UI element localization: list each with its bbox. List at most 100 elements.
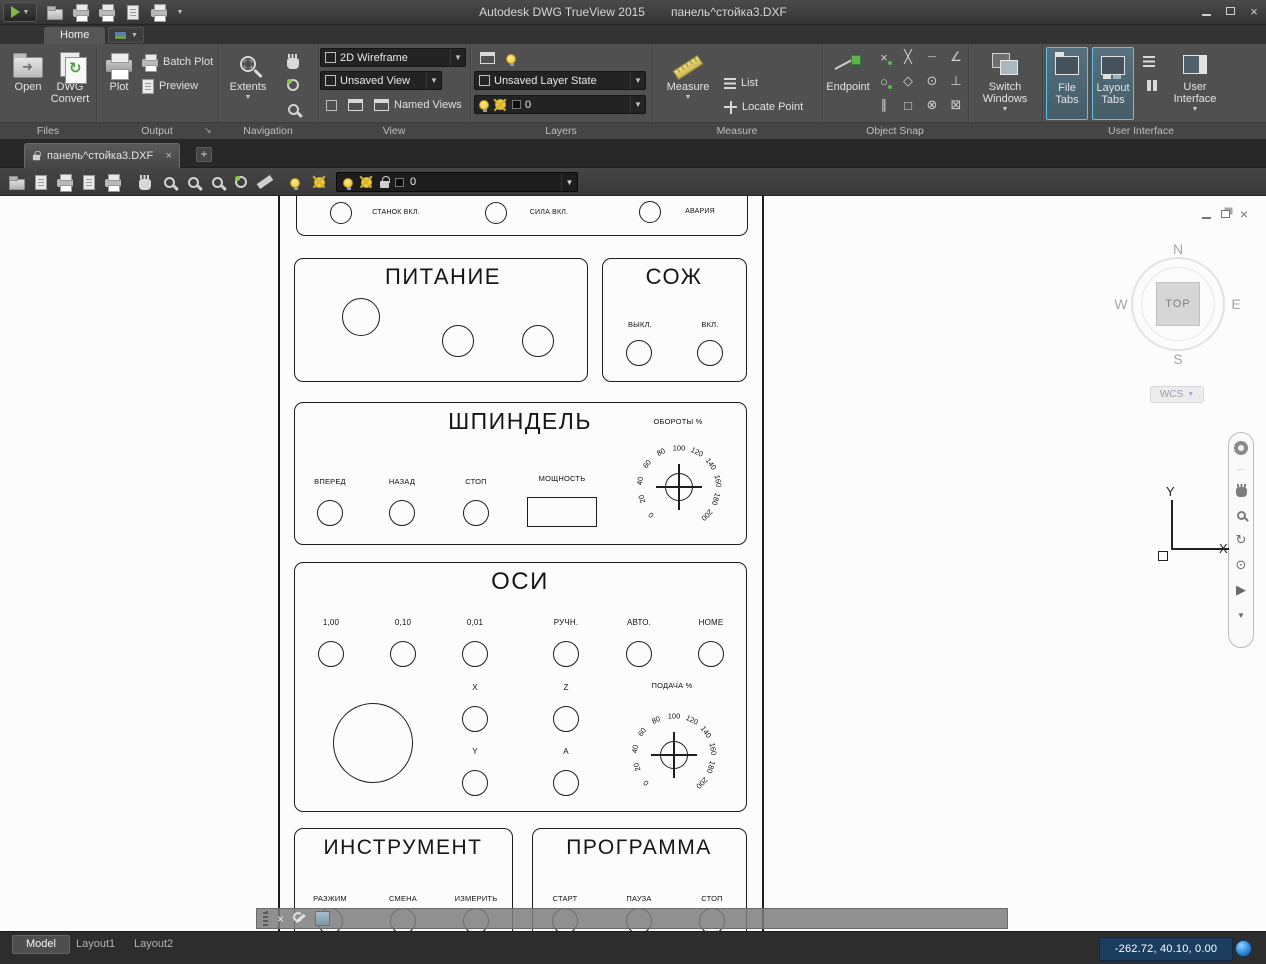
ucs-origin-square — [1158, 551, 1168, 561]
dwg-convert-button[interactable]: DWG Convert — [48, 47, 92, 120]
tb-preview-button[interactable] — [78, 171, 100, 193]
tb-zoom-realtime-button[interactable] — [158, 171, 180, 193]
plot-button[interactable]: Plot — [100, 47, 138, 120]
tangent-snap-icon[interactable]: ⊙ — [922, 71, 942, 91]
zoom-icon[interactable] — [1233, 507, 1249, 523]
perpendicular-snap-icon[interactable]: ⊥ — [946, 71, 966, 91]
qat-preview-button[interactable] — [122, 3, 144, 23]
application-menu-button[interactable]: ▼ — [3, 2, 37, 22]
user-interface-button[interactable]: User Interface ▼ — [1168, 47, 1222, 120]
viewcube-north[interactable]: N — [1173, 241, 1183, 257]
output-dialog-launcher-icon[interactable]: ↘ — [204, 125, 212, 136]
parallel-snap-icon[interactable]: ∥ — [874, 95, 894, 115]
doc-restore-button[interactable] — [1217, 206, 1233, 221]
layer-state-combo[interactable]: Unsaved Layer State ▼ — [474, 71, 646, 90]
batch-plot-button[interactable]: Batch Plot — [142, 52, 213, 72]
tab-close-icon[interactable]: × — [166, 150, 172, 162]
layer-combo[interactable]: 0 ▼ — [474, 95, 646, 114]
open-button[interactable]: Open — [6, 47, 50, 120]
steering-wheel-icon[interactable] — [1233, 440, 1249, 456]
tb-convert-button[interactable] — [30, 171, 52, 193]
tb-make-current-button[interactable] — [308, 171, 330, 193]
named-views-button[interactable]: Named Views — [374, 95, 462, 115]
program-button-label: СТАРТ — [552, 894, 578, 903]
tb-plot-button[interactable] — [54, 171, 76, 193]
minimize-button[interactable] — [1198, 4, 1214, 18]
layer-dropdown[interactable]: 0 ▼ — [336, 172, 578, 192]
document-tab[interactable]: панель^стойка3.DXF × — [24, 143, 180, 168]
qat-open-button[interactable] — [44, 3, 66, 23]
viewcube-south[interactable]: S — [1173, 351, 1182, 367]
list-button[interactable]: List — [724, 73, 758, 93]
view-tool-2-button[interactable] — [344, 94, 366, 116]
layout2-tab[interactable]: Layout2 — [124, 936, 183, 954]
tb-layer-states-button[interactable] — [284, 171, 306, 193]
nearest-snap-icon[interactable]: ⊠ — [946, 95, 966, 115]
qat-batch-plot-button[interactable] — [96, 3, 118, 23]
measure-button[interactable]: Measure ▼ — [664, 47, 712, 120]
look-around-icon[interactable]: ⊙ — [1233, 557, 1249, 573]
midpoint-snap-icon[interactable]: × — [874, 47, 894, 67]
layout1-tab[interactable]: Layout1 — [66, 936, 125, 954]
pan-hand-icon[interactable] — [1233, 482, 1249, 498]
viewcube-east[interactable]: E — [1231, 296, 1240, 312]
intersection-snap-icon[interactable]: ╳ — [898, 47, 918, 67]
zoom-button[interactable] — [282, 98, 304, 120]
apparent-intersection-snap-icon[interactable]: ∠ — [946, 47, 966, 67]
drag-grip[interactable] — [263, 911, 268, 926]
switch-windows-button[interactable]: Switch Windows ▼ — [976, 47, 1034, 120]
view-combo[interactable]: Unsaved View ▼ — [320, 71, 442, 90]
quadrant-snap-icon[interactable]: ◇ — [898, 71, 918, 91]
floating-toolbar[interactable]: × — [256, 908, 1008, 929]
navbar-menu-icon[interactable]: ▼ — [1233, 607, 1249, 623]
tb-zoom-previous-button[interactable] — [206, 171, 228, 193]
node-snap-icon[interactable]: ⊗ — [922, 95, 942, 115]
communication-badge-icon[interactable] — [1235, 940, 1252, 957]
qat-publish-button[interactable] — [148, 3, 170, 23]
new-tab-button[interactable]: + — [196, 147, 212, 162]
insertion-snap-icon[interactable]: □ — [898, 95, 918, 115]
orbit-button[interactable] — [282, 74, 304, 96]
tb-pan-button[interactable] — [134, 171, 156, 193]
locate-point-button[interactable]: Locate Point — [724, 97, 803, 117]
zoom-extents-button[interactable]: Extents ▼ — [228, 47, 268, 120]
qat-plot-button[interactable] — [70, 3, 92, 23]
viewcube-top-face[interactable]: TOP — [1156, 282, 1200, 326]
pan-button[interactable] — [282, 50, 304, 72]
endpoint-snap-button[interactable]: Endpoint — [826, 47, 870, 120]
tb-publish-button[interactable] — [102, 171, 124, 193]
file-tabs-toggle[interactable]: File Tabs — [1046, 47, 1088, 120]
model-tab[interactable]: Model — [12, 935, 70, 954]
close-button[interactable]: × — [1246, 4, 1262, 18]
doc-close-button[interactable]: × — [1236, 206, 1252, 222]
tb-measure-button[interactable] — [254, 171, 276, 193]
view-tool-1-button[interactable] — [320, 94, 342, 116]
center-snap-icon[interactable]: ○ — [874, 71, 894, 91]
visual-style-combo[interactable]: 2D Wireframe ▼ — [320, 48, 466, 67]
qat-customize-button[interactable]: ▼ — [174, 3, 186, 23]
layer-properties-button[interactable] — [476, 47, 498, 69]
viewcube-west[interactable]: W — [1114, 296, 1127, 312]
layer-tools-button[interactable] — [500, 47, 522, 69]
power-title: ПИТАНИЕ — [385, 264, 501, 289]
tb-open-button[interactable] — [6, 171, 28, 193]
extension-snap-icon[interactable]: ┈ — [922, 47, 942, 67]
layout-tabs-toggle[interactable]: Layout Tabs — [1092, 47, 1134, 120]
ui-lines-button[interactable] — [1138, 50, 1160, 72]
quick-toolbar: 0 ▼ — [0, 168, 1266, 196]
doc-minimize-button[interactable] — [1198, 206, 1214, 221]
maximize-button[interactable] — [1222, 4, 1238, 18]
tb-zoom-window-button[interactable] — [182, 171, 204, 193]
drawing-canvas[interactable]: СТАНОК ВКЛ. СИЛА ВКЛ. АВАРИЯ ПИТАНИЕ СОЖ… — [0, 196, 1266, 931]
show-motion-icon[interactable]: ▶ — [1233, 582, 1249, 598]
ui-pause-button[interactable] — [1138, 74, 1160, 96]
properties-icon[interactable] — [315, 911, 331, 926]
tab-home[interactable]: Home — [44, 27, 106, 44]
customize-wrench-icon[interactable] — [293, 912, 306, 925]
preview-button[interactable]: Preview — [142, 76, 198, 96]
orbit-icon[interactable]: ↻ — [1233, 532, 1249, 548]
wcs-dropdown[interactable]: WCS ▼ — [1150, 386, 1204, 403]
workspace-switcher[interactable]: ▼ — [108, 27, 144, 43]
tb-orbit-button[interactable] — [230, 171, 252, 193]
close-icon[interactable]: × — [277, 913, 284, 925]
